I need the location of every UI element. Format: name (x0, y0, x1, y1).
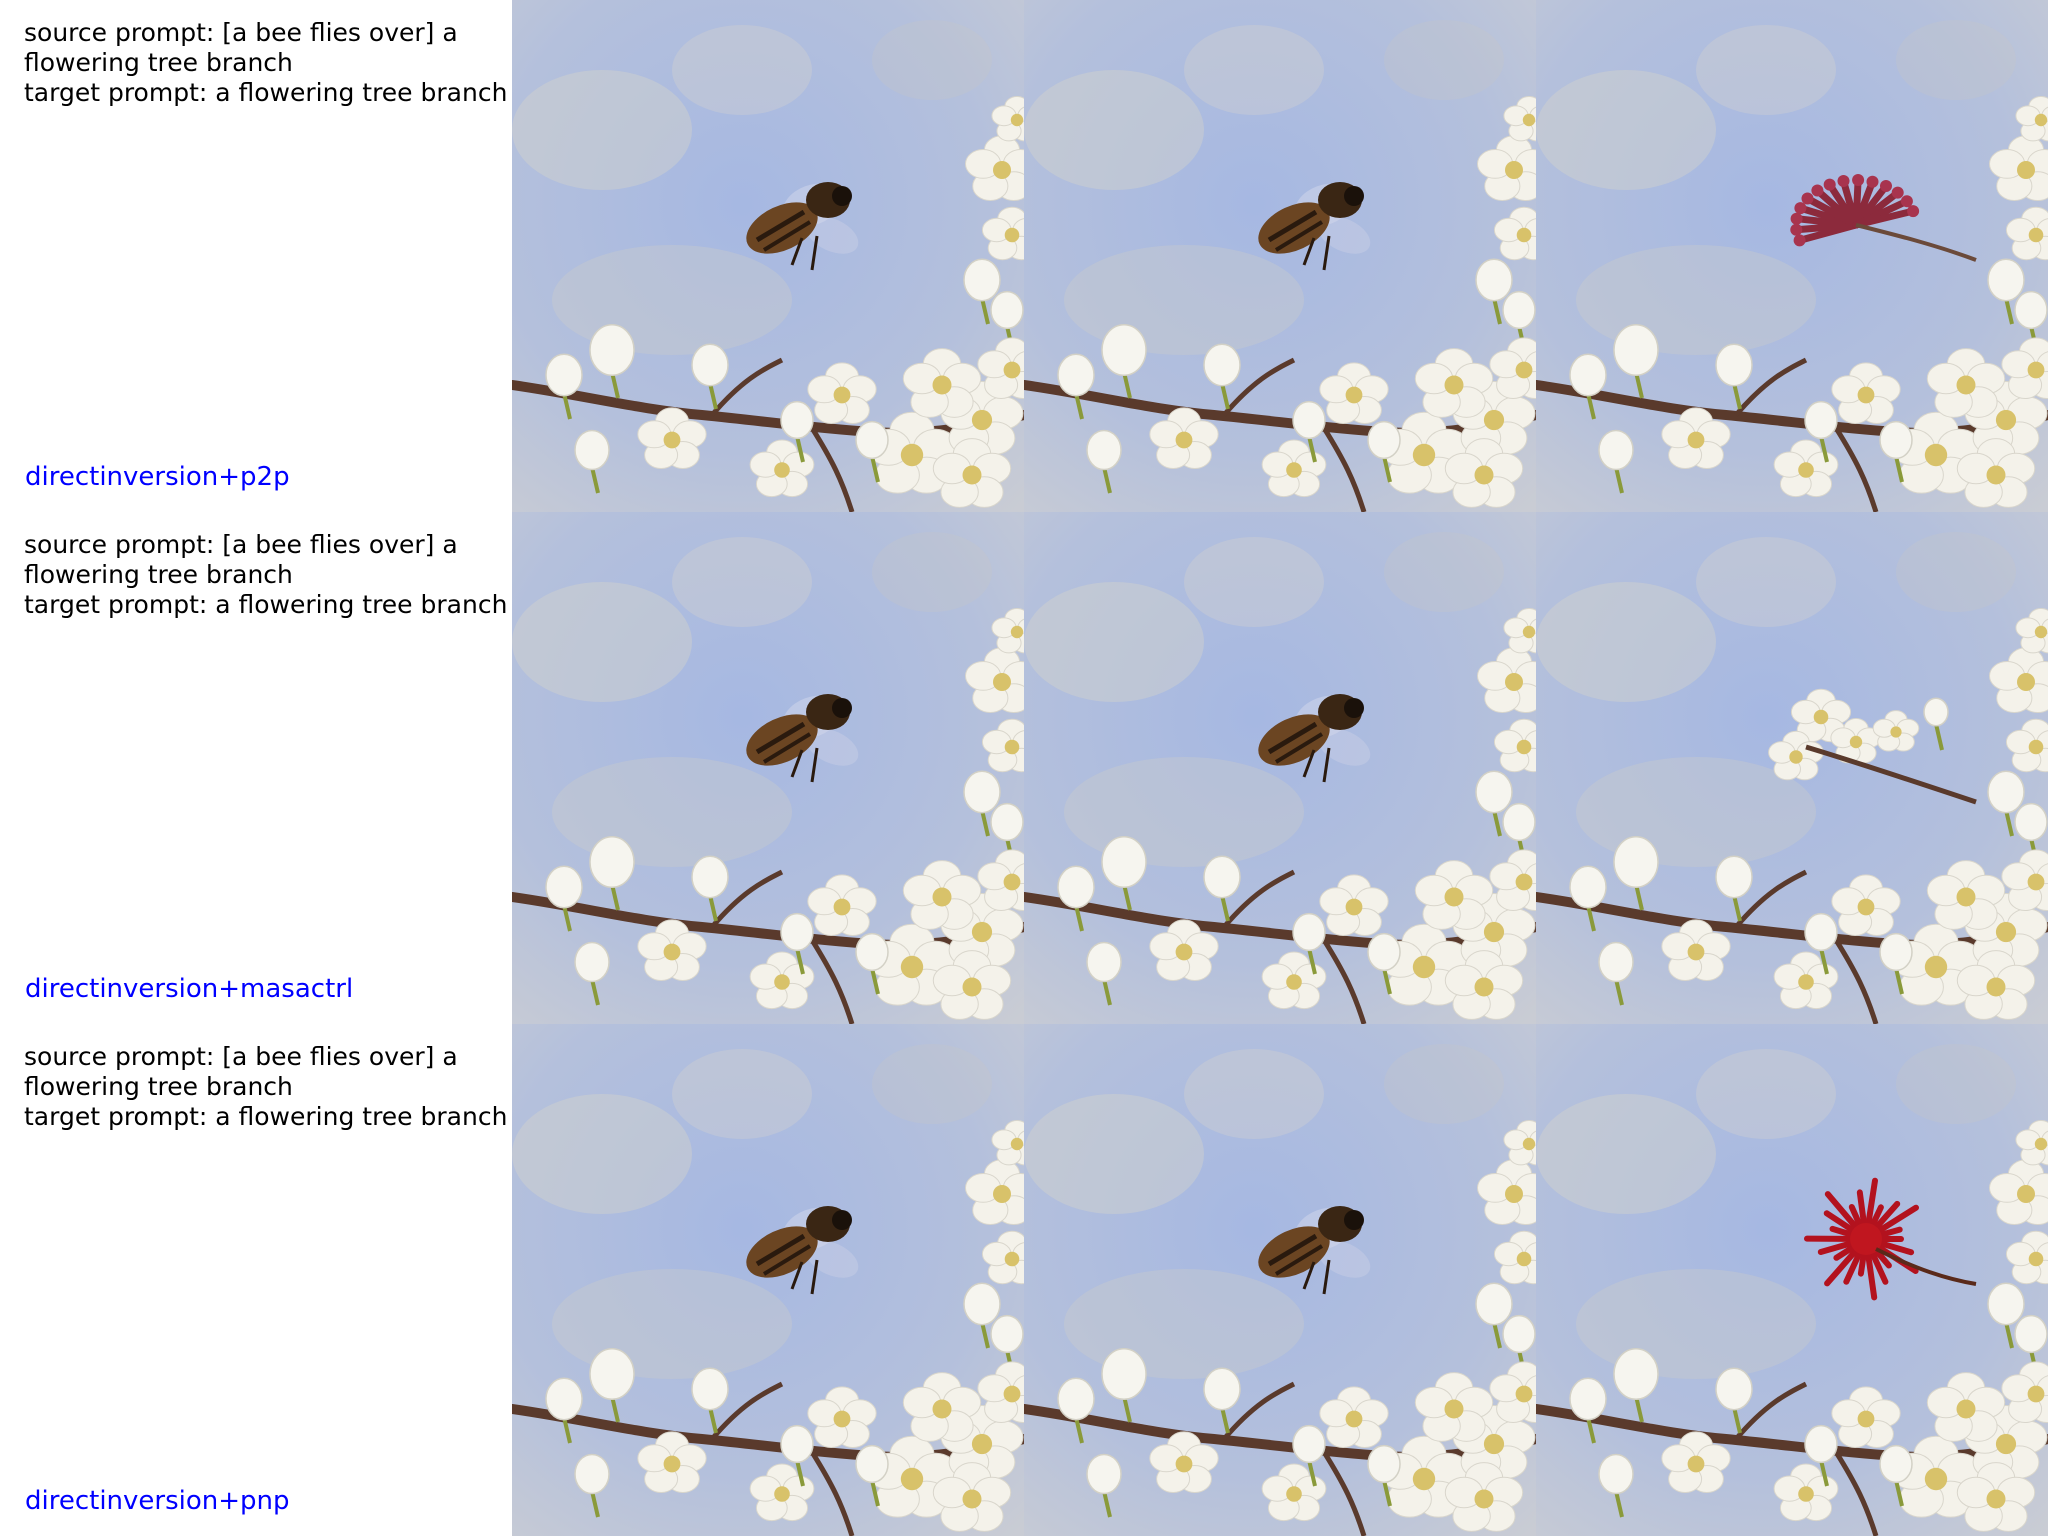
photo-bee (1024, 1024, 1536, 1536)
prompt-text: source prompt: [a bee flies over] a flow… (24, 530, 514, 620)
source-prompt: source prompt: [a bee flies over] a flow… (24, 1042, 458, 1101)
photo-bee (512, 512, 1024, 1024)
result-row-p2p: source prompt: [a bee flies over] a flow… (0, 0, 2048, 512)
row-label-column: source prompt: [a bee flies over] a flow… (0, 512, 512, 1024)
panel-reconstruction-image (1024, 512, 1536, 1024)
photo-red-flower-burst (1536, 1024, 2048, 1536)
panel-edited-image (1536, 0, 2048, 512)
source-prompt: source prompt: [a bee flies over] a flow… (24, 530, 458, 589)
method-label: directinversion+pnp (25, 1486, 290, 1516)
target-prompt: target prompt: a flowering tree branch (24, 590, 508, 619)
panel-source-image (512, 0, 1024, 512)
photo-bee (1024, 512, 1536, 1024)
photo-bee (512, 0, 1024, 512)
prompt-text: source prompt: [a bee flies over] a flow… (24, 1042, 514, 1132)
target-prompt: target prompt: a flowering tree branch (24, 1102, 508, 1131)
panel-edited-image (1536, 512, 2048, 1024)
photo-white-blossom-cluster (1536, 512, 2048, 1024)
panel-edited-image (1536, 1024, 2048, 1536)
source-prompt: source prompt: [a bee flies over] a flow… (24, 18, 458, 77)
photo-red-blossom-cluster (1536, 0, 2048, 512)
prompt-text: source prompt: [a bee flies over] a flow… (24, 18, 514, 108)
panel-source-image (512, 512, 1024, 1024)
target-prompt: target prompt: a flowering tree branch (24, 78, 508, 107)
photo-bee (1024, 0, 1536, 512)
method-label: directinversion+p2p (25, 462, 290, 492)
result-row-pnp: source prompt: [a bee flies over] a flow… (0, 1024, 2048, 1536)
method-label: directinversion+masactrl (25, 974, 354, 1004)
photo-bee (512, 1024, 1024, 1536)
comparison-grid: source prompt: [a bee flies over] a flow… (0, 0, 2048, 1536)
panel-reconstruction-image (1024, 0, 1536, 512)
row-label-column: source prompt: [a bee flies over] a flow… (0, 0, 512, 512)
row-label-column: source prompt: [a bee flies over] a flow… (0, 1024, 512, 1536)
result-row-masactrl: source prompt: [a bee flies over] a flow… (0, 512, 2048, 1024)
panel-source-image (512, 1024, 1024, 1536)
panel-reconstruction-image (1024, 1024, 1536, 1536)
